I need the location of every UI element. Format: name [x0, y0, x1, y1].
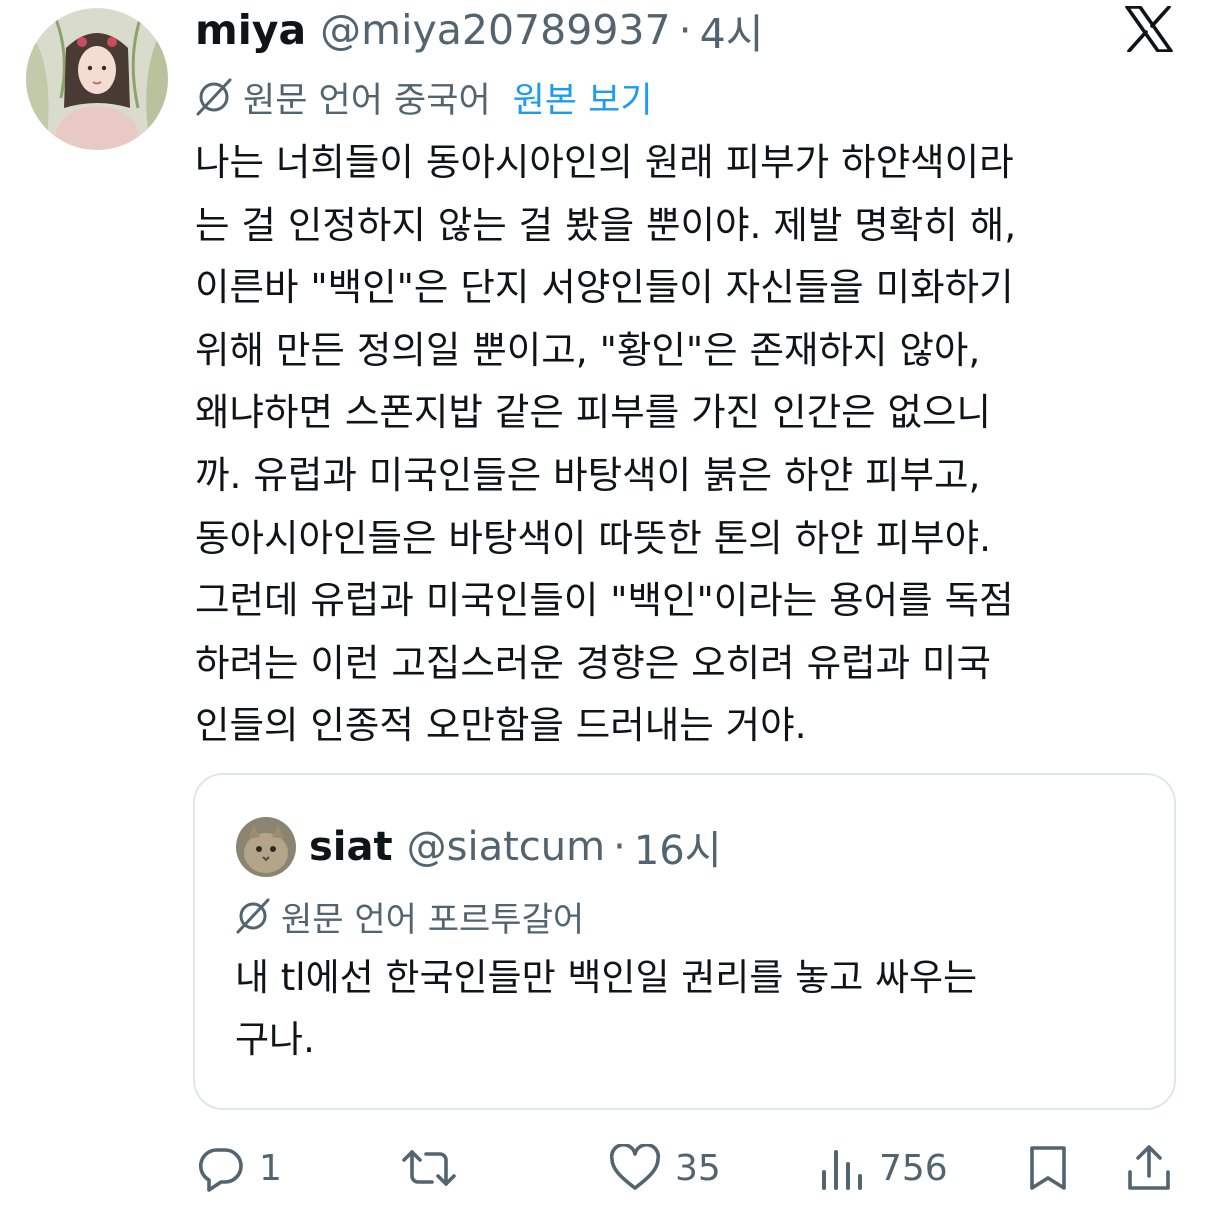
tweet-text-line: 까. 유럽과 미국인들은 바탕색이 붉은 하얀 피부고,	[195, 452, 981, 497]
tweet-text-line: 인들의 인종적 오만함을 드러내는 거야.	[195, 703, 807, 748]
like-icon	[609, 1144, 661, 1192]
separator-dot: ·	[678, 6, 692, 54]
views-count: 756	[879, 1147, 948, 1189]
quoted-header: siat @siatcum · 16시	[309, 818, 722, 876]
translation-row: 원문 언어 중국어 원본 보기	[195, 72, 653, 122]
tweet-text-line: 하려는 이런 고집스러운 경향은 오히려 유럽과 미국	[195, 640, 992, 685]
timestamp[interactable]: 4시	[700, 0, 764, 60]
quoted-translation-label: 원문 언어 포르투갈어	[281, 899, 585, 940]
reply-count: 1	[259, 1147, 282, 1189]
repost-icon	[400, 1144, 458, 1192]
reply-icon	[197, 1144, 245, 1192]
avatar-image	[26, 8, 168, 150]
x-logo-icon	[1125, 5, 1173, 53]
display-name[interactable]: miya	[195, 6, 306, 54]
tweet-text-line: 동아시아인들은 바탕색이 따뜻한 톤의 하얀 피부야.	[195, 515, 992, 560]
separator-dot: ·	[613, 824, 626, 870]
tweet-header: miya @miya20789937 · 4시	[195, 4, 763, 58]
tweet-text-line: 이른바 "백인"은 단지 서양인들이 자신들을 미화하기	[195, 265, 1014, 310]
action-bar: 1 35 756	[0, 1138, 1206, 1198]
like-count: 35	[675, 1147, 721, 1189]
quoted-text-line: 구나.	[235, 1018, 315, 1061]
quoted-translation-row: 원문 언어 포르투갈어	[235, 893, 585, 940]
tweet-text-line: 왜냐하면 스폰지밥 같은 피부를 가진 인간은 없으니	[195, 390, 992, 435]
quoted-avatar-image	[236, 817, 296, 877]
translation-label: 원문 언어 중국어	[243, 80, 491, 121]
show-original-link[interactable]: 원본 보기	[513, 72, 653, 123]
views-icon	[819, 1144, 865, 1192]
quoted-text-line: 내 tl에선 한국인들만 백인일 권리를 놓고 싸우는	[235, 956, 978, 999]
bookmark-icon	[1027, 1144, 1069, 1192]
user-handle[interactable]: @miya20789937	[320, 6, 670, 54]
quoted-user-handle[interactable]: @siatcum	[407, 824, 605, 870]
quoted-avatar[interactable]	[236, 817, 296, 877]
tweet-text-line: 그런데 유럽과 미국인들이 "백인"이라는 용어를 독점	[195, 578, 1014, 623]
avatar[interactable]	[26, 8, 168, 150]
translate-globe-icon	[195, 78, 233, 116]
tweet-text-line: 나는 너희들이 동아시아인의 원래 피부가 하얀색이라	[195, 140, 1014, 184]
translate-globe-icon	[235, 898, 271, 934]
like-button[interactable]: 35	[609, 1138, 721, 1198]
tweet-text-line: 는 걸 인정하지 않는 걸 봤을 뿐이야. 제발 명확히 해,	[195, 202, 1017, 247]
bookmark-button[interactable]	[1027, 1138, 1069, 1198]
views-button[interactable]: 756	[819, 1138, 948, 1198]
quoted-tweet-text: 내 tl에선 한국인들만 백인일 권리를 놓고 싸우는 구나.	[235, 947, 1155, 1071]
reply-button[interactable]: 1	[197, 1138, 282, 1198]
quoted-timestamp[interactable]: 16시	[634, 818, 722, 876]
quoted-tweet-card[interactable]: siat @siatcum · 16시 원문 언어 포르투갈어 내 tl에선 한…	[193, 773, 1176, 1110]
share-icon	[1126, 1144, 1172, 1192]
repost-button[interactable]	[400, 1138, 472, 1198]
share-button[interactable]	[1126, 1138, 1172, 1198]
quoted-display-name[interactable]: siat	[309, 824, 393, 870]
tweet-text-line: 위해 만든 정의일 뿐이고, "황인"은 존재하지 않아,	[195, 327, 981, 372]
tweet-text: 나는 너희들이 동아시아인의 원래 피부가 하얀색이라 는 걸 인정하지 않는 …	[195, 131, 1185, 757]
